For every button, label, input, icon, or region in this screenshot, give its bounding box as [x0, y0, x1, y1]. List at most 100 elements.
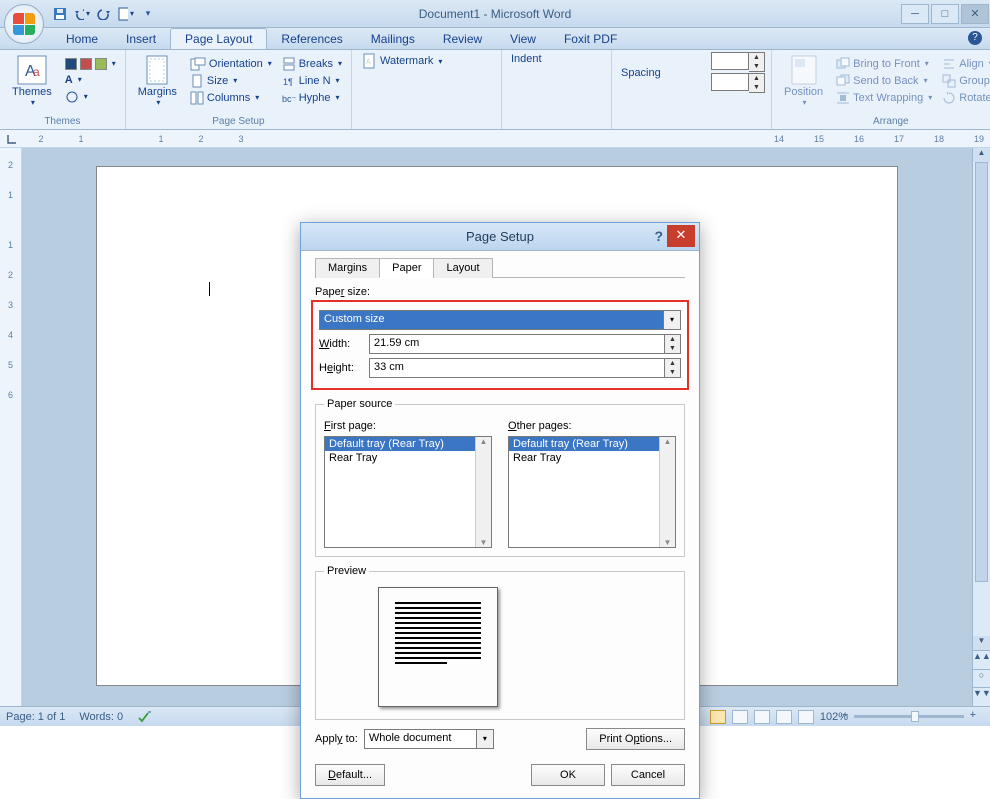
save-icon[interactable] — [52, 6, 68, 22]
theme-fonts-button[interactable]: A — [62, 73, 119, 87]
align-button[interactable]: Align — [939, 56, 990, 72]
tab-review[interactable]: Review — [429, 29, 496, 49]
print-options-button[interactable]: Print Options... — [586, 728, 685, 750]
browse-object-icon[interactable]: ○ — [973, 669, 990, 688]
width-input[interactable]: 21.59 cm — [369, 334, 665, 354]
columns-button[interactable]: Columns — [187, 90, 275, 106]
apply-to-combo[interactable]: Whole document — [364, 729, 477, 749]
width-label: Width: — [319, 338, 369, 350]
tab-mailings[interactable]: Mailings — [357, 29, 429, 49]
ribbon-group-arrange: Position Bring to Front Send to Back Tex… — [772, 50, 990, 129]
help-icon[interactable]: ? — [968, 31, 982, 45]
list-scroll-down-icon[interactable]: ▼ — [476, 538, 491, 547]
bring-to-front-button[interactable]: Bring to Front — [833, 56, 935, 72]
list-item[interactable]: Default tray (Rear Tray) — [509, 437, 675, 451]
line-numbers-button[interactable]: 1¶Line N — [279, 73, 345, 89]
tab-foxit-pdf[interactable]: Foxit PDF — [550, 29, 631, 49]
hyphenation-button[interactable]: bc⁻Hyphe — [279, 90, 345, 106]
preview-thumbnail — [378, 587, 498, 707]
ok-button[interactable]: OK — [531, 764, 605, 786]
watermark-button[interactable]: AWatermark — [358, 52, 445, 70]
list-item[interactable]: Rear Tray — [325, 451, 491, 465]
list-scroll-up-icon[interactable]: ▲ — [476, 437, 491, 446]
dialog-titlebar[interactable]: Page Setup ? ✕ — [301, 223, 699, 251]
rotate-button[interactable]: Rotate — [939, 90, 990, 106]
print-layout-view-icon[interactable] — [710, 710, 726, 724]
paper-source-legend: Paper source — [324, 398, 395, 410]
draft-view-icon[interactable] — [798, 710, 814, 724]
default-button[interactable]: Default... — [315, 764, 385, 786]
zoom-slider-knob[interactable] — [911, 711, 919, 722]
status-page[interactable]: Page: 1 of 1 — [6, 711, 65, 723]
margins-button[interactable]: Margins — [132, 52, 183, 109]
close-window-button[interactable]: ✕ — [961, 4, 989, 24]
tab-selector-icon[interactable] — [6, 133, 18, 145]
themes-button[interactable]: Aa Themes — [6, 52, 58, 109]
svg-text:a: a — [33, 65, 40, 79]
other-pages-listbox[interactable]: Default tray (Rear Tray) Rear Tray ▲ ▼ — [508, 436, 676, 548]
theme-colors-button[interactable] — [62, 57, 119, 71]
maximize-button[interactable]: □ — [931, 4, 959, 24]
paper-size-combo[interactable]: Custom size — [319, 310, 664, 330]
list-item[interactable]: Default tray (Rear Tray) — [325, 437, 491, 451]
outline-view-icon[interactable] — [776, 710, 792, 724]
dialog-help-icon[interactable]: ? — [654, 228, 663, 244]
height-spinner[interactable]: ▲▼ — [665, 358, 681, 378]
spacing-after-spinner[interactable]: ▲▼ — [749, 73, 765, 93]
svg-text:bc⁻: bc⁻ — [282, 94, 296, 104]
tab-insert[interactable]: Insert — [112, 29, 170, 49]
dialog-close-button[interactable]: ✕ — [667, 225, 695, 247]
list-scroll-down-icon[interactable]: ▼ — [660, 538, 675, 547]
full-screen-view-icon[interactable] — [732, 710, 748, 724]
horizontal-ruler[interactable]: 21123 141516171819 — [0, 130, 990, 148]
scroll-up-icon[interactable]: ▲ — [973, 148, 990, 162]
send-to-back-button[interactable]: Send to Back — [833, 73, 935, 89]
apply-to-dropdown-icon[interactable]: ▾ — [477, 729, 494, 749]
spellcheck-icon[interactable] — [137, 710, 153, 724]
breaks-button[interactable]: Breaks — [279, 56, 345, 72]
preview-legend: Preview — [324, 565, 369, 577]
undo-icon[interactable] — [74, 6, 90, 22]
apply-to-label: Apply to: — [315, 733, 358, 745]
new-doc-icon[interactable] — [118, 6, 134, 22]
position-button[interactable]: Position — [778, 52, 829, 109]
ribbon-tabs: Home Insert Page Layout References Maili… — [0, 28, 990, 50]
size-button[interactable]: Size — [187, 73, 275, 89]
group-button[interactable]: Group — [939, 73, 990, 89]
prev-page-icon[interactable]: ▲▲ — [973, 650, 990, 669]
theme-effects-button[interactable] — [62, 89, 119, 105]
list-scroll-up-icon[interactable]: ▲ — [660, 437, 675, 446]
dialog-tab-layout[interactable]: Layout — [433, 258, 492, 278]
dialog-tab-paper[interactable]: Paper — [379, 258, 434, 278]
orientation-button[interactable]: Orientation — [187, 56, 275, 72]
spacing-after-input[interactable] — [711, 73, 749, 91]
document-workspace: 21123456 ▲ ▼ ▲▲ ○ ▼▼ Page Setup ? ✕ Marg… — [0, 148, 990, 706]
paper-size-dropdown-icon[interactable]: ▾ — [664, 310, 681, 330]
office-button[interactable] — [4, 4, 44, 44]
zoom-slider[interactable] — [854, 715, 964, 718]
vertical-ruler[interactable]: 21123456 — [0, 148, 22, 706]
redo-icon[interactable] — [96, 6, 112, 22]
scroll-down-icon[interactable]: ▼ — [973, 636, 990, 650]
status-words[interactable]: Words: 0 — [79, 711, 123, 723]
title-bar: ▾ Document1 - Microsoft Word ─ □ ✕ — [0, 0, 990, 28]
spacing-before-spinner[interactable]: ▲▼ — [749, 52, 765, 72]
spacing-before-input[interactable] — [711, 52, 749, 70]
height-input[interactable]: 33 cm — [369, 358, 665, 378]
first-page-listbox[interactable]: Default tray (Rear Tray) Rear Tray ▲ ▼ — [324, 436, 492, 548]
next-page-icon[interactable]: ▼▼ — [973, 687, 990, 706]
dialog-tab-margins[interactable]: Margins — [315, 258, 380, 278]
vertical-scrollbar[interactable]: ▲ ▼ ▲▲ ○ ▼▼ — [972, 148, 990, 706]
minimize-button[interactable]: ─ — [901, 4, 929, 24]
web-layout-view-icon[interactable] — [754, 710, 770, 724]
scroll-thumb[interactable] — [975, 162, 988, 582]
tab-references[interactable]: References — [267, 29, 356, 49]
text-wrapping-button[interactable]: Text Wrapping — [833, 90, 935, 106]
tab-view[interactable]: View — [496, 29, 550, 49]
cancel-button[interactable]: Cancel — [611, 764, 685, 786]
qat-customize-icon[interactable]: ▾ — [140, 6, 156, 22]
width-spinner[interactable]: ▲▼ — [665, 334, 681, 354]
tab-home[interactable]: Home — [52, 29, 112, 49]
tab-page-layout[interactable]: Page Layout — [170, 28, 267, 49]
list-item[interactable]: Rear Tray — [509, 451, 675, 465]
